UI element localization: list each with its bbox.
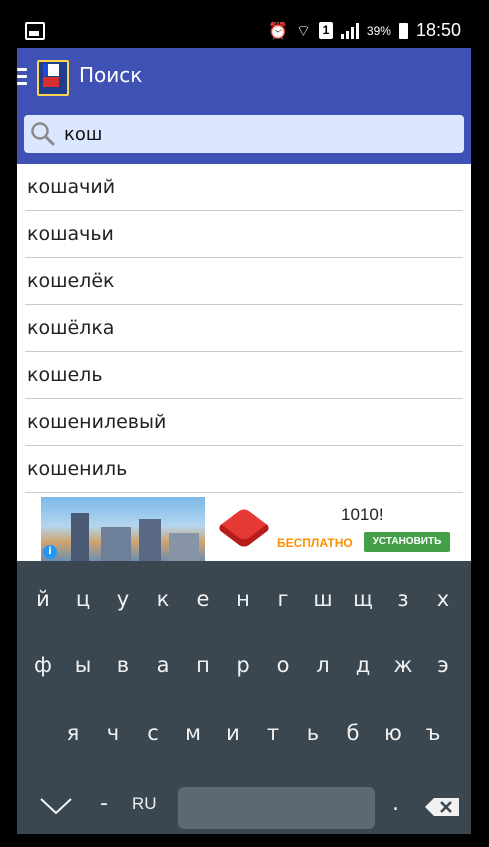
key[interactable]: г	[263, 587, 303, 611]
alarm-icon: ⏰	[267, 22, 288, 40]
key[interactable]: а	[143, 653, 183, 677]
result-item[interactable]: кошениль	[25, 446, 463, 493]
key[interactable]: з	[383, 587, 423, 611]
result-label: кошелёк	[27, 270, 115, 292]
keyboard-row-3: я ч с м и т ь б ю ъ	[53, 721, 471, 745]
sim-icon: 1	[318, 22, 333, 39]
key[interactable]: ш	[303, 587, 343, 611]
result-item[interactable]: кошель	[25, 352, 463, 399]
key[interactable]: щ	[343, 587, 383, 611]
keyboard: й ц у к е н г ш щ з х ф ы в а п р о л д …	[17, 561, 471, 834]
hide-keyboard-chevron-icon[interactable]	[39, 797, 73, 815]
key[interactable]: ы	[63, 653, 103, 677]
result-label: кошачий	[27, 176, 116, 198]
result-item[interactable]: кошёлка	[25, 305, 463, 352]
ad-app-icon	[216, 507, 272, 549]
key[interactable]: ю	[373, 721, 413, 745]
signal-icon	[340, 22, 359, 39]
app-logo-icon	[35, 58, 69, 96]
hamburger-menu-icon[interactable]	[17, 68, 27, 89]
result-item[interactable]: кошачий	[25, 164, 463, 211]
key[interactable]: п	[183, 653, 223, 677]
key[interactable]: у	[103, 587, 143, 611]
key[interactable]: е	[183, 587, 223, 611]
result-item[interactable]: кошенилевый	[25, 399, 463, 446]
key[interactable]: и	[213, 721, 253, 745]
phone-screen: ⏰ ⌔ 1 39% 18:50 Поиск кошачий кошачьи	[17, 14, 471, 834]
backspace-icon[interactable]	[424, 797, 460, 817]
key[interactable]: э	[423, 653, 463, 677]
key[interactable]: с	[133, 721, 173, 745]
key[interactable]: б	[333, 721, 373, 745]
keyboard-row-2: ф ы в а п р о л д ж э	[23, 653, 471, 677]
key[interactable]: н	[223, 587, 263, 611]
space-key[interactable]	[178, 787, 375, 829]
search-bar	[17, 106, 471, 164]
key[interactable]: ц	[63, 587, 103, 611]
key[interactable]: т	[253, 721, 293, 745]
key[interactable]: я	[53, 721, 93, 745]
result-item[interactable]: кошачьи	[25, 211, 463, 258]
key[interactable]: ъ	[413, 721, 453, 745]
ad-info-icon[interactable]: i	[43, 545, 57, 559]
keyboard-row-1: й ц у к е н г ш щ з х	[23, 587, 471, 611]
status-bar: ⏰ ⌔ 1 39% 18:50	[17, 14, 471, 48]
search-input[interactable]	[64, 118, 444, 150]
key[interactable]: м	[173, 721, 213, 745]
key[interactable]: д	[343, 653, 383, 677]
wifi-icon: ⌔	[295, 22, 311, 40]
key[interactable]: к	[143, 587, 183, 611]
battery-icon	[398, 22, 408, 39]
app-title: Поиск	[79, 63, 143, 87]
key[interactable]: р	[223, 653, 263, 677]
clock: 18:50	[415, 20, 461, 40]
result-label: кошель	[27, 364, 103, 386]
result-item[interactable]: кошелёк	[25, 258, 463, 305]
key[interactable]: й	[23, 587, 63, 611]
ad-banner[interactable]: i 1010! БЕСПЛАТНО УСТАНОВИТЬ	[41, 497, 461, 561]
key[interactable]: х	[423, 587, 463, 611]
language-key[interactable]: RU	[132, 794, 157, 814]
ad-install-button[interactable]: УСТАНОВИТЬ	[364, 532, 450, 552]
search-box[interactable]	[24, 115, 464, 153]
result-label: кошёлка	[27, 317, 115, 339]
result-label: кошениль	[27, 458, 128, 480]
battery-percent: 39%	[366, 23, 391, 38]
keyboard-bottom-row: - RU .	[17, 785, 471, 829]
key[interactable]: ь	[293, 721, 333, 745]
key[interactable]: л	[303, 653, 343, 677]
period-key[interactable]: .	[392, 791, 399, 816]
result-label: кошачьи	[27, 223, 114, 245]
result-label: кошенилевый	[27, 411, 167, 433]
key[interactable]: ч	[93, 721, 133, 745]
app-bar: Поиск	[17, 48, 471, 106]
ad-city-image: i	[41, 497, 205, 561]
results-list: кошачий кошачьи кошелёк кошёлка кошель к…	[17, 164, 471, 493]
ad-free-label: БЕСПЛАТНО	[277, 536, 353, 550]
key[interactable]: о	[263, 653, 303, 677]
gallery-notification-icon	[25, 22, 45, 40]
key[interactable]: в	[103, 653, 143, 677]
dash-key[interactable]: -	[100, 791, 108, 816]
search-icon	[31, 122, 55, 146]
key[interactable]: ж	[383, 653, 423, 677]
key[interactable]: ф	[23, 653, 63, 677]
ad-app-name: 1010!	[341, 505, 384, 524]
